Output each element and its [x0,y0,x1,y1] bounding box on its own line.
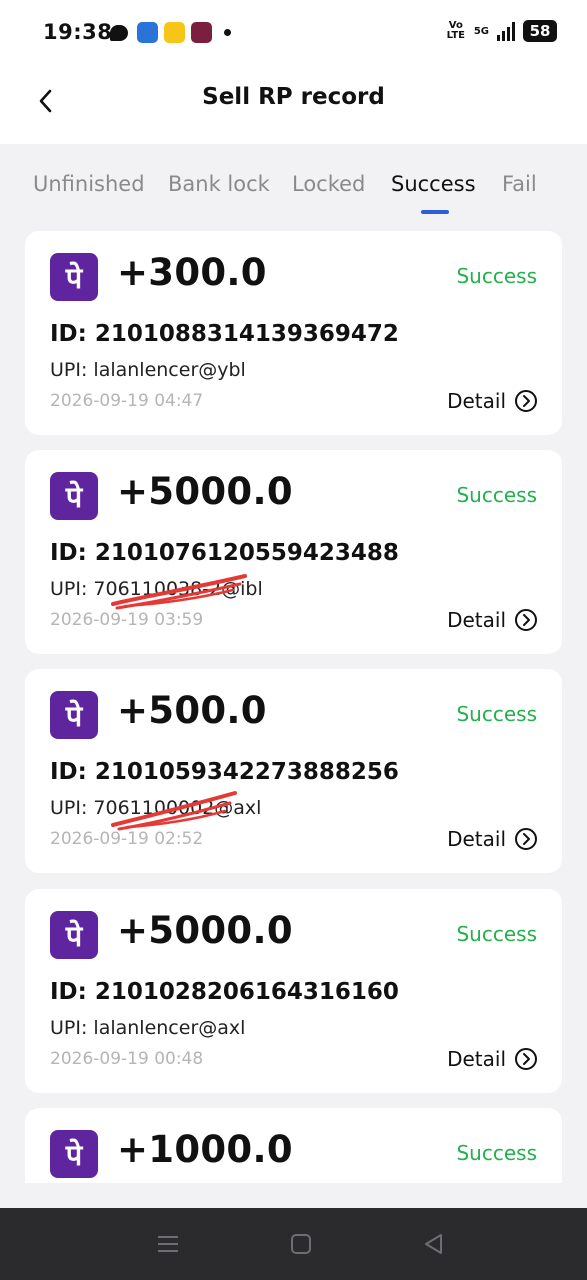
record-list: पे +300.0 Success ID: 210108831413936947… [25,231,562,1183]
tab-success[interactable]: Success [391,172,476,196]
record-amount: +300.0 [117,251,267,294]
status-time: 19:38 [43,20,113,44]
tab-fail[interactable]: Fail [502,172,537,196]
detail-button[interactable]: Detail [447,608,538,632]
status-tabs: Unfinished Bank lock Locked Success Fail [0,144,587,224]
back-nav-icon[interactable] [421,1232,447,1256]
home-icon[interactable] [288,1232,314,1256]
chevron-right-circle-icon [515,609,537,631]
active-tab-indicator [421,210,449,214]
detail-button[interactable]: Detail [447,1047,538,1071]
chevron-right-circle-icon [515,390,537,412]
record-id: ID: 2101088314139369472 [50,321,399,347]
record-amount: +5000.0 [117,470,293,513]
record-upi: UPI: lalanlencer@ybl [50,359,246,381]
record-upi: UPI: 706110038-2@ibl [50,578,263,600]
phonepe-icon: पे [50,691,98,739]
notification-icons [110,22,231,43]
status-badge: Success [456,1141,537,1165]
chat-notification-icon [110,24,128,41]
detail-button[interactable]: Detail [447,389,538,413]
record-date: 2026-09-19 04:47 [50,391,204,411]
record-id: ID: 2101076120559423488 [50,540,399,566]
record-date: 2026-09-19 00:48 [50,1049,204,1069]
detail-label: Detail [447,608,506,632]
volte-icon: Vo LTE [446,20,466,41]
phonepe-icon: पे [50,1130,98,1178]
detail-label: Detail [447,389,506,413]
record-upi: UPI: 7061100002@axl [50,797,262,819]
gogo-app-icon [137,22,158,43]
system-status-icons: Vo LTE 5G 58 [446,20,557,42]
status-bar: 19:38 Vo LTE 5G 58 [0,0,587,62]
flipkart-app-icon [164,22,185,43]
tab-bank-lock[interactable]: Bank lock [168,172,270,196]
5g-icon: 5G [473,25,489,37]
detail-label: Detail [447,827,506,851]
status-badge: Success [456,483,537,507]
record-date: 2026-09-19 03:59 [50,610,204,630]
more-notifications-dot-icon [224,29,231,36]
system-nav-bar [0,1208,587,1280]
record-card[interactable]: पे +500.0 Success ID: 210105934227388825… [25,669,562,873]
record-amount: +1000.0 [117,1128,293,1171]
phonepe-icon: पे [50,253,98,301]
recent-apps-icon[interactable] [155,1232,181,1256]
m-app-icon [191,22,212,43]
detail-button[interactable]: Detail [447,827,538,851]
chevron-right-circle-icon [515,1048,537,1070]
record-card[interactable]: पे +1000.0 Success [25,1108,562,1183]
record-card[interactable]: पे +5000.0 Success ID: 21010282061643161… [25,889,562,1093]
record-upi: UPI: lalanlencer@axl [50,1017,246,1039]
record-card[interactable]: पे +5000.0 Success ID: 21010761205594234… [25,450,562,654]
record-card[interactable]: पे +300.0 Success ID: 210108831413936947… [25,231,562,435]
record-id: ID: 2101059342273888256 [50,759,399,785]
page-title: Sell RP record [202,84,385,110]
record-date: 2026-09-19 02:52 [50,829,204,849]
tab-locked[interactable]: Locked [292,172,365,196]
chevron-right-circle-icon [515,828,537,850]
status-badge: Success [456,922,537,946]
phonepe-icon: पे [50,911,98,959]
phonepe-icon: पे [50,472,98,520]
battery-icon: 58 [523,20,557,42]
record-amount: +500.0 [117,689,267,732]
record-amount: +5000.0 [117,909,293,952]
record-id: ID: 2101028206164316160 [50,979,399,1005]
status-badge: Success [456,264,537,288]
tab-unfinished[interactable]: Unfinished [33,172,145,196]
status-badge: Success [456,702,537,726]
app-header: Sell RP record [0,62,587,144]
signal-strength-icon [497,21,515,41]
detail-label: Detail [447,1047,506,1071]
